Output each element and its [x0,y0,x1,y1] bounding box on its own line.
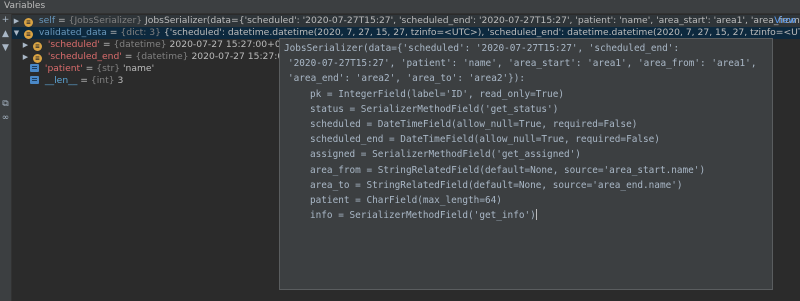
var-name: 'scheduled' [47,39,100,50]
tooltip-line: patient = CharField(max_length=64) [310,194,502,206]
expand-arrow-icon[interactable]: ▶ [12,15,21,27]
var-type: {int} [90,75,115,86]
var-type: {str} [96,63,121,74]
var-value: 'name' [123,63,155,74]
tooltip-line: area_from = StringRelatedField(default=N… [310,164,706,176]
expand-arrow-icon[interactable]: ▶ [21,39,30,51]
tooltip-line: scheduled = DateTimeField(allow_null=Tru… [310,118,638,130]
tooltip-line: assigned = SerializerMethodField('get_as… [310,149,581,161]
tooltip-line: JobsSerializer(data={'scheduled': '2020-… [284,43,680,54]
copy-icon[interactable]: ⧉ [1,100,10,109]
down-icon[interactable]: ▼ [1,44,10,53]
collapse-arrow-icon[interactable]: ▼ [12,27,21,39]
var-value: 3 [117,75,124,86]
value-tooltip: JobsSerializer(data={'scheduled': '2020-… [279,38,773,290]
tooltip-line: '2020-07-27T15:27', 'patient': 'name', '… [288,58,757,70]
text-caret [535,209,537,221]
tooltip-line: status = SerializerMethodField('get_stat… [310,103,559,115]
expand-arrow-icon[interactable]: ▶ [21,51,30,63]
panel-toolbar: + ▲ ▼ ⧉ ∞ [0,14,12,301]
var-value: {'scheduled': datetime.datetime(2020, 7,… [163,27,800,38]
tooltip-line: area_to = StringRelatedField(default=Non… [310,179,683,191]
var-name: 'scheduled_end' [47,51,122,62]
var-name: validated_data [38,27,107,38]
object-icon: ≡ [32,54,42,63]
tree-row-self[interactable]: ▶ ≡ self = {JobsSerializer} JobsSerializ… [12,15,800,27]
var-type: {dict: 3} [120,27,161,38]
object-icon: ≡ [23,18,33,27]
var-type: {datetime} [135,51,189,62]
plus-icon[interactable]: + [1,16,10,25]
glasses-icon[interactable]: ∞ [1,114,10,123]
tooltip-line: scheduled_end = DateTimeField(allow_null… [310,134,660,146]
field-icon [30,64,39,72]
tooltip-last-line: info = SerializerMethodField('get_info') [284,208,772,223]
object-icon: ≡ [23,30,33,39]
var-name: self [38,15,56,26]
tooltip-line-text: info = SerializerMethodField('get_info') [310,210,536,222]
var-value: JobsSerializer(data={'scheduled': '2020-… [145,15,800,26]
tooltip-line: pk = IntegerField(label='ID', read_only=… [310,88,564,100]
variables-panel-header: Variables [0,0,800,14]
object-icon: ≡ [32,42,42,51]
var-type: {JobsSerializer} [68,15,143,26]
view-link[interactable]: View [774,15,796,27]
var-name: 'patient' [44,63,83,74]
tooltip-line: 'area_end': 'area2', 'area_to': 'area2'}… [288,73,526,85]
var-name: __len__ [44,75,78,86]
panel-title: Variables [4,1,46,11]
var-type: {datetime} [113,39,167,50]
field-icon [30,76,39,84]
up-icon[interactable]: ▲ [1,30,10,39]
